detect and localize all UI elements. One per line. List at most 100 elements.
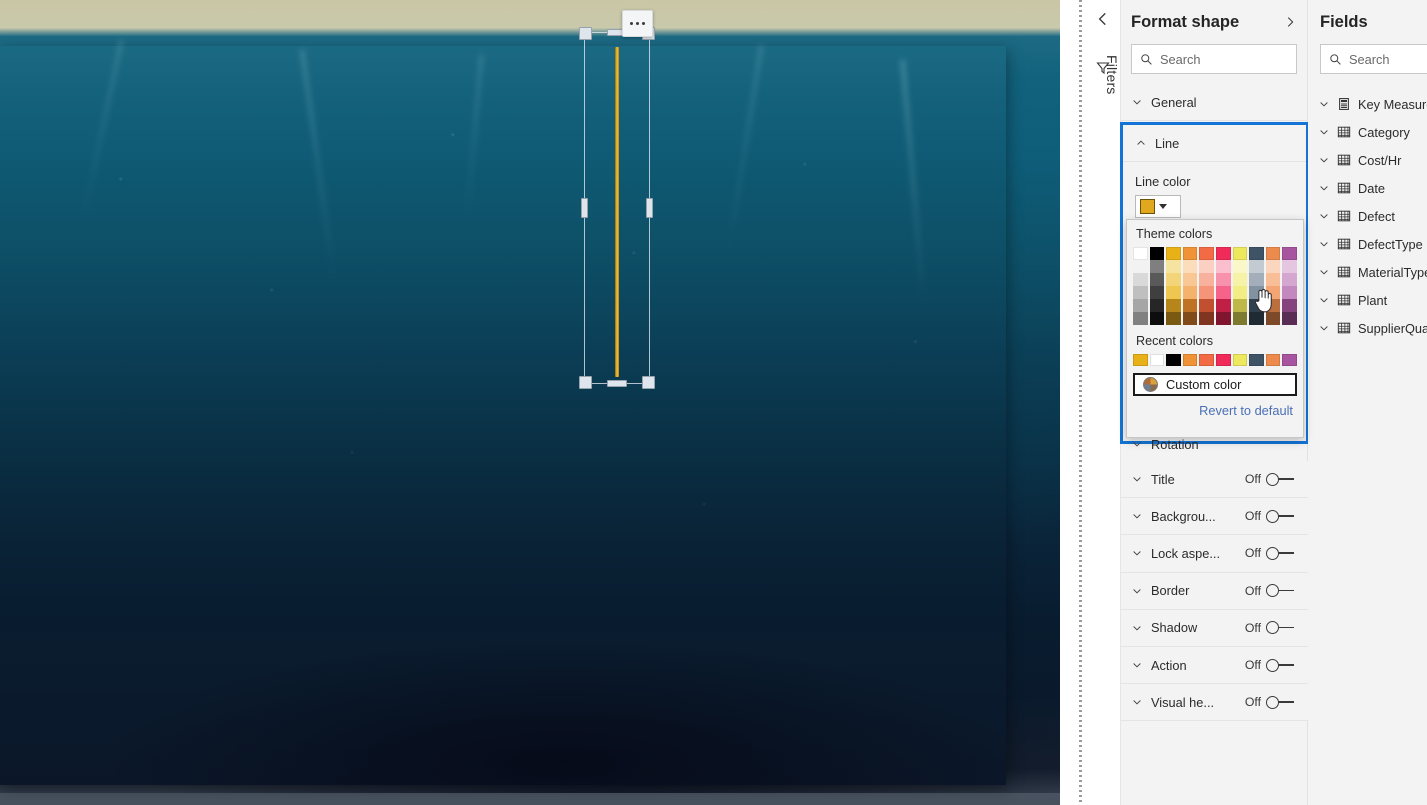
- vertical-line-shape[interactable]: [615, 47, 619, 377]
- format-toggle-row[interactable]: Action Off: [1121, 646, 1308, 685]
- recent-color-swatch[interactable]: [1149, 354, 1165, 366]
- theme-color-swatch[interactable]: [1149, 247, 1165, 260]
- resize-handle-bottom-left[interactable]: [579, 376, 592, 389]
- resize-handle-bottom-right[interactable]: [642, 376, 655, 389]
- theme-color-swatch[interactable]: [1265, 247, 1281, 260]
- chevron-left-icon[interactable]: [1094, 10, 1112, 28]
- switch-control[interactable]: [1266, 695, 1294, 709]
- recent-color-swatch[interactable]: [1232, 354, 1248, 366]
- theme-color-shade-swatch[interactable]: [1133, 260, 1148, 273]
- color-picker-dropdown[interactable]: Theme colors Recent colors Custom color …: [1126, 219, 1304, 438]
- theme-color-shade-swatch[interactable]: [1182, 286, 1198, 299]
- recent-color-swatch[interactable]: [1215, 354, 1231, 366]
- recent-color-swatch[interactable]: [1166, 354, 1181, 366]
- field-list-item[interactable]: SupplierQual: [1308, 314, 1427, 342]
- theme-color-shade-swatch[interactable]: [1133, 312, 1148, 325]
- theme-color-shade-swatch[interactable]: [1199, 286, 1214, 299]
- theme-color-shade-swatch[interactable]: [1182, 312, 1198, 325]
- recent-color-swatch[interactable]: [1282, 354, 1297, 366]
- format-toggle-switch[interactable]: Off: [1245, 472, 1308, 486]
- theme-color-shade-swatch[interactable]: [1149, 312, 1165, 325]
- line-color-picker-button[interactable]: [1135, 195, 1181, 218]
- shape-more-options-button[interactable]: [622, 10, 653, 37]
- field-list-item[interactable]: Date: [1308, 174, 1427, 202]
- recent-color-swatch[interactable]: [1199, 354, 1214, 366]
- theme-color-shade-swatch[interactable]: [1232, 286, 1248, 299]
- theme-color-shade-swatch[interactable]: [1232, 273, 1248, 286]
- theme-color-shade-swatch[interactable]: [1265, 260, 1281, 273]
- theme-color-swatch[interactable]: [1249, 247, 1264, 260]
- theme-color-shade-swatch[interactable]: [1133, 286, 1148, 299]
- chevron-down-icon[interactable]: [1318, 322, 1330, 334]
- theme-color-shade-swatch[interactable]: [1133, 273, 1148, 286]
- theme-color-shade-swatch[interactable]: [1232, 312, 1248, 325]
- theme-color-shade-swatch[interactable]: [1215, 286, 1231, 299]
- revert-to-default-link[interactable]: Revert to default: [1127, 396, 1303, 418]
- theme-color-shade-swatch[interactable]: [1282, 286, 1297, 299]
- format-toggle-row[interactable]: Lock aspe... Off: [1121, 535, 1308, 573]
- resize-handle-bottom-center[interactable]: [607, 380, 627, 387]
- theme-color-shade-swatch[interactable]: [1199, 312, 1214, 325]
- field-list-item[interactable]: Cost/Hr: [1308, 146, 1427, 174]
- theme-color-shade-swatch[interactable]: [1215, 260, 1231, 273]
- chevron-down-icon[interactable]: [1318, 182, 1330, 194]
- format-toggle-switch[interactable]: Off: [1245, 546, 1308, 560]
- theme-color-column[interactable]: [1149, 247, 1165, 325]
- theme-color-shade-swatch[interactable]: [1282, 260, 1297, 273]
- theme-color-shade-swatch[interactable]: [1182, 299, 1198, 312]
- theme-color-shade-swatch[interactable]: [1199, 299, 1214, 312]
- chevron-down-icon[interactable]: [1318, 266, 1330, 278]
- chevron-down-icon[interactable]: [1318, 154, 1330, 166]
- theme-color-shade-swatch[interactable]: [1149, 260, 1165, 273]
- theme-color-column[interactable]: [1182, 247, 1198, 325]
- theme-color-shade-swatch[interactable]: [1166, 273, 1181, 286]
- theme-color-column[interactable]: [1232, 247, 1248, 325]
- theme-color-shade-swatch[interactable]: [1232, 299, 1248, 312]
- theme-color-shade-swatch[interactable]: [1215, 299, 1231, 312]
- chevron-down-icon[interactable]: [1318, 294, 1330, 306]
- switch-control[interactable]: [1266, 546, 1294, 560]
- resize-handle-top-left[interactable]: [579, 27, 592, 40]
- switch-control[interactable]: [1266, 509, 1294, 523]
- theme-color-shade-swatch[interactable]: [1265, 273, 1281, 286]
- format-section-general[interactable]: General: [1121, 84, 1307, 121]
- theme-color-column[interactable]: [1199, 247, 1214, 325]
- format-toggle-switch[interactable]: Off: [1245, 509, 1308, 523]
- recent-color-swatch[interactable]: [1182, 354, 1198, 366]
- theme-color-swatch[interactable]: [1182, 247, 1198, 260]
- theme-color-column[interactable]: [1133, 247, 1148, 325]
- theme-color-swatch[interactable]: [1199, 247, 1214, 260]
- chevron-right-icon[interactable]: [1283, 15, 1297, 29]
- theme-color-shade-swatch[interactable]: [1149, 286, 1165, 299]
- theme-color-shade-swatch[interactable]: [1282, 299, 1297, 312]
- format-toggle-switch[interactable]: Off: [1245, 695, 1308, 709]
- theme-color-shade-swatch[interactable]: [1199, 260, 1214, 273]
- switch-control[interactable]: [1266, 658, 1294, 672]
- format-search-input[interactable]: Search: [1131, 44, 1297, 74]
- theme-color-shade-swatch[interactable]: [1166, 286, 1181, 299]
- format-toggle-row[interactable]: Visual he... Off: [1121, 684, 1308, 722]
- theme-color-shade-swatch[interactable]: [1149, 273, 1165, 286]
- field-list-item[interactable]: DefectType: [1308, 230, 1427, 258]
- theme-color-shade-swatch[interactable]: [1133, 299, 1148, 312]
- field-list-item[interactable]: Category: [1308, 118, 1427, 146]
- fields-search-input[interactable]: Search: [1320, 44, 1427, 74]
- chevron-down-icon[interactable]: [1318, 210, 1330, 222]
- chevron-down-icon[interactable]: [1318, 98, 1330, 110]
- theme-color-shade-swatch[interactable]: [1282, 312, 1297, 325]
- theme-color-shade-swatch[interactable]: [1232, 260, 1248, 273]
- theme-color-column[interactable]: [1282, 247, 1297, 325]
- filters-rail[interactable]: Filters: [1085, 0, 1121, 805]
- resize-handle-middle-right[interactable]: [646, 198, 653, 218]
- theme-color-swatch[interactable]: [1232, 247, 1248, 260]
- theme-color-shade-swatch[interactable]: [1215, 312, 1231, 325]
- field-list-item[interactable]: MaterialType: [1308, 258, 1427, 286]
- pane-drag-divider[interactable]: [1079, 0, 1082, 805]
- theme-color-shade-swatch[interactable]: [1166, 260, 1181, 273]
- theme-color-swatch[interactable]: [1133, 247, 1148, 260]
- format-toggle-row[interactable]: Title Off: [1121, 461, 1308, 499]
- theme-color-shade-swatch[interactable]: [1166, 312, 1181, 325]
- switch-control[interactable]: [1266, 472, 1294, 486]
- field-list-item[interactable]: Key Measure: [1308, 90, 1427, 118]
- theme-color-shade-swatch[interactable]: [1166, 299, 1181, 312]
